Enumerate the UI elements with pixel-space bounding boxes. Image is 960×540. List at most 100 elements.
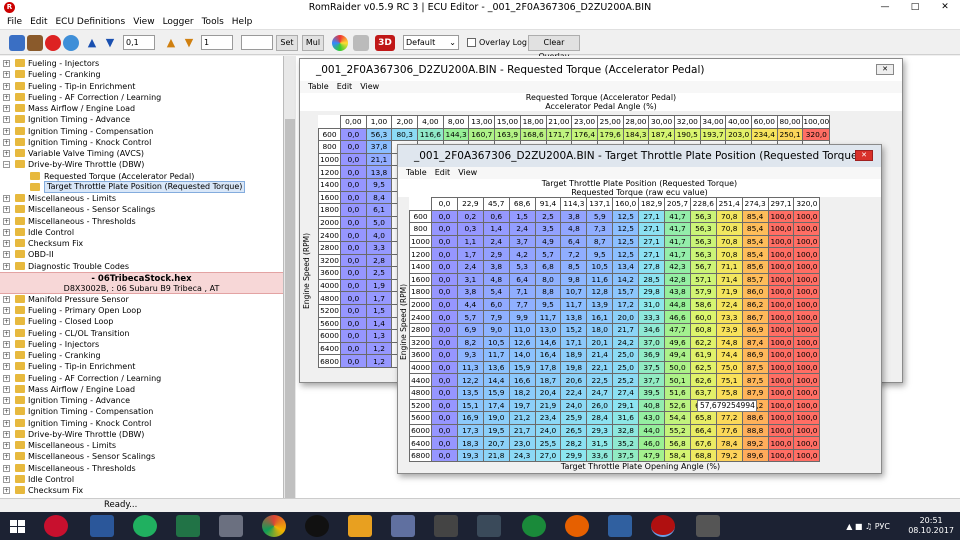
column-header[interactable]: 13,00 — [468, 115, 496, 129]
tree-item[interactable]: + Manifold Pressure Sensor — [0, 294, 283, 305]
3d-view-button[interactable]: 3D — [375, 35, 395, 51]
table-cell[interactable]: 8,2 — [456, 335, 484, 350]
table-cell[interactable]: 86,0 — [741, 285, 769, 299]
row-header[interactable]: 1200 — [409, 247, 432, 261]
row-header[interactable]: 2400 — [318, 228, 341, 242]
tree-item[interactable]: + Miscellaneous - Limits — [0, 193, 283, 204]
table-cell[interactable]: 5,7 — [534, 247, 562, 261]
table-cell[interactable]: 100,0 — [793, 209, 821, 224]
table-cell[interactable]: 24,7 — [586, 385, 614, 400]
table-cell[interactable]: 86,9 — [741, 322, 769, 337]
column-header[interactable]: 274,3 — [741, 197, 769, 211]
expand-icon[interactable]: + — [3, 419, 10, 427]
tree-item[interactable]: + Variable Valve Timing (AVCS) — [0, 148, 283, 159]
table-cell[interactable]: 11,0 — [508, 322, 536, 337]
table-cell[interactable]: 11,7 — [534, 310, 562, 324]
column-header[interactable]: 100,00 — [802, 115, 831, 129]
row-header[interactable]: 3600 — [409, 348, 432, 362]
column-header[interactable]: 22,9 — [456, 197, 484, 211]
table-cell[interactable]: 0,0 — [431, 310, 458, 324]
row-header[interactable]: 4800 — [318, 291, 341, 305]
table-cell[interactable]: 16,6 — [508, 373, 536, 387]
table-cell[interactable]: 17,4 — [482, 398, 510, 413]
table-cell[interactable]: 29,1 — [612, 398, 640, 413]
table-cell[interactable]: 2,4 — [456, 259, 484, 274]
table-cell[interactable]: 21,7 — [508, 423, 536, 438]
table-cell[interactable]: 12,8 — [586, 285, 614, 299]
table-cell[interactable]: 16,9 — [456, 411, 484, 425]
row-header[interactable]: 6800 — [318, 354, 341, 368]
excel-icon[interactable] — [176, 515, 200, 537]
table-cell[interactable]: 21,9 — [534, 398, 562, 413]
calculator-icon[interactable] — [219, 515, 243, 537]
table-cell[interactable]: 0,0 — [431, 423, 458, 438]
table-cell[interactable]: 14,4 — [482, 373, 510, 387]
table-cell[interactable]: 87,5 — [741, 360, 769, 375]
table-cell[interactable]: 0,0 — [340, 316, 367, 331]
table-cell[interactable]: 31,0 — [638, 297, 666, 312]
opera-icon[interactable] — [44, 515, 68, 537]
table-cell[interactable]: 12,5 — [612, 209, 640, 224]
row-header[interactable]: 800 — [409, 222, 432, 236]
table-cell[interactable]: 0,0 — [340, 240, 367, 255]
table-cell[interactable]: 0,0 — [431, 322, 458, 337]
expand-icon[interactable]: + — [3, 150, 10, 157]
table-cell[interactable]: 63,7 — [689, 385, 717, 400]
row-header[interactable]: 1800 — [318, 203, 341, 217]
table-cell[interactable]: 49,4 — [664, 348, 691, 362]
row-header[interactable]: 1000 — [409, 234, 432, 249]
row-header[interactable]: 6400 — [318, 341, 341, 356]
close-button[interactable]: ✕ — [930, 0, 960, 15]
table-cell[interactable]: 25,5 — [534, 436, 562, 450]
expand-icon[interactable]: + — [3, 487, 10, 494]
multiply-up-icon[interactable]: ▲ — [163, 35, 179, 51]
table-cell[interactable]: 0,0 — [340, 253, 367, 268]
table-cell[interactable]: 55,2 — [664, 423, 691, 438]
table-cell[interactable]: 0,0 — [340, 354, 367, 368]
table-cell[interactable]: 50,0 — [664, 360, 691, 375]
table-cell[interactable]: 0,0 — [340, 228, 367, 242]
table-cell[interactable]: 4,8 — [560, 222, 588, 236]
menu-logger[interactable]: Logger — [159, 15, 198, 29]
table-cell[interactable]: 1,2 — [365, 354, 393, 368]
row-header[interactable]: 2800 — [409, 322, 432, 337]
table-cell[interactable]: 100,0 — [793, 448, 821, 463]
refresh-icon[interactable] — [63, 35, 79, 51]
tree-item[interactable]: + Miscellaneous - Thresholds — [0, 216, 283, 227]
table-cell[interactable]: 0,0 — [431, 285, 458, 299]
table-cell[interactable]: 21,8 — [482, 448, 510, 463]
close-rom-icon[interactable] — [45, 35, 61, 51]
table-cell[interactable]: 85,4 — [741, 209, 769, 224]
table-cell[interactable]: 6,1 — [365, 203, 393, 217]
table-cell[interactable]: 100,0 — [793, 348, 821, 362]
document-icon[interactable] — [477, 515, 501, 537]
table-cell[interactable]: 9,5 — [365, 177, 393, 192]
table-cell[interactable]: 25,2 — [612, 373, 640, 387]
table-cell[interactable]: 18,9 — [560, 348, 588, 362]
multiply-value-input[interactable]: 1 — [201, 35, 233, 50]
tree-item[interactable]: + Fueling - Cranking — [0, 350, 283, 361]
row-header[interactable]: 1200 — [318, 165, 341, 179]
table-cell[interactable]: 0,3 — [456, 222, 484, 236]
column-header[interactable]: 182,9 — [638, 197, 666, 211]
table-cell[interactable]: 58,6 — [689, 297, 717, 312]
table-cell[interactable]: 193,7 — [699, 127, 727, 142]
table-cell[interactable]: 0,0 — [340, 291, 367, 305]
multiply-down-icon[interactable]: ▼ — [181, 35, 197, 51]
table-cell[interactable]: 0,0 — [431, 297, 458, 312]
table-cell[interactable]: 85,6 — [741, 259, 769, 274]
menu-edit[interactable]: Edit — [333, 81, 357, 93]
table-cell[interactable]: 31,5 — [586, 436, 614, 450]
table-cell[interactable]: 3,7 — [508, 234, 536, 249]
table-cell[interactable]: 43,0 — [638, 411, 666, 425]
table-cell[interactable]: 88,8 — [741, 423, 769, 438]
table-cell[interactable]: 100,0 — [793, 423, 821, 438]
table-cell[interactable]: 5,4 — [482, 285, 510, 299]
table-cell[interactable]: 17,1 — [560, 335, 588, 350]
table-cell[interactable]: 73,3 — [715, 310, 743, 324]
table-cell[interactable]: 5,0 — [365, 215, 393, 230]
menu-tools[interactable]: Tools — [198, 15, 228, 29]
table-cell[interactable]: 44,8 — [664, 297, 691, 312]
table-cell[interactable]: 12,5 — [612, 222, 640, 236]
table-cell[interactable]: 25,0 — [612, 360, 640, 375]
